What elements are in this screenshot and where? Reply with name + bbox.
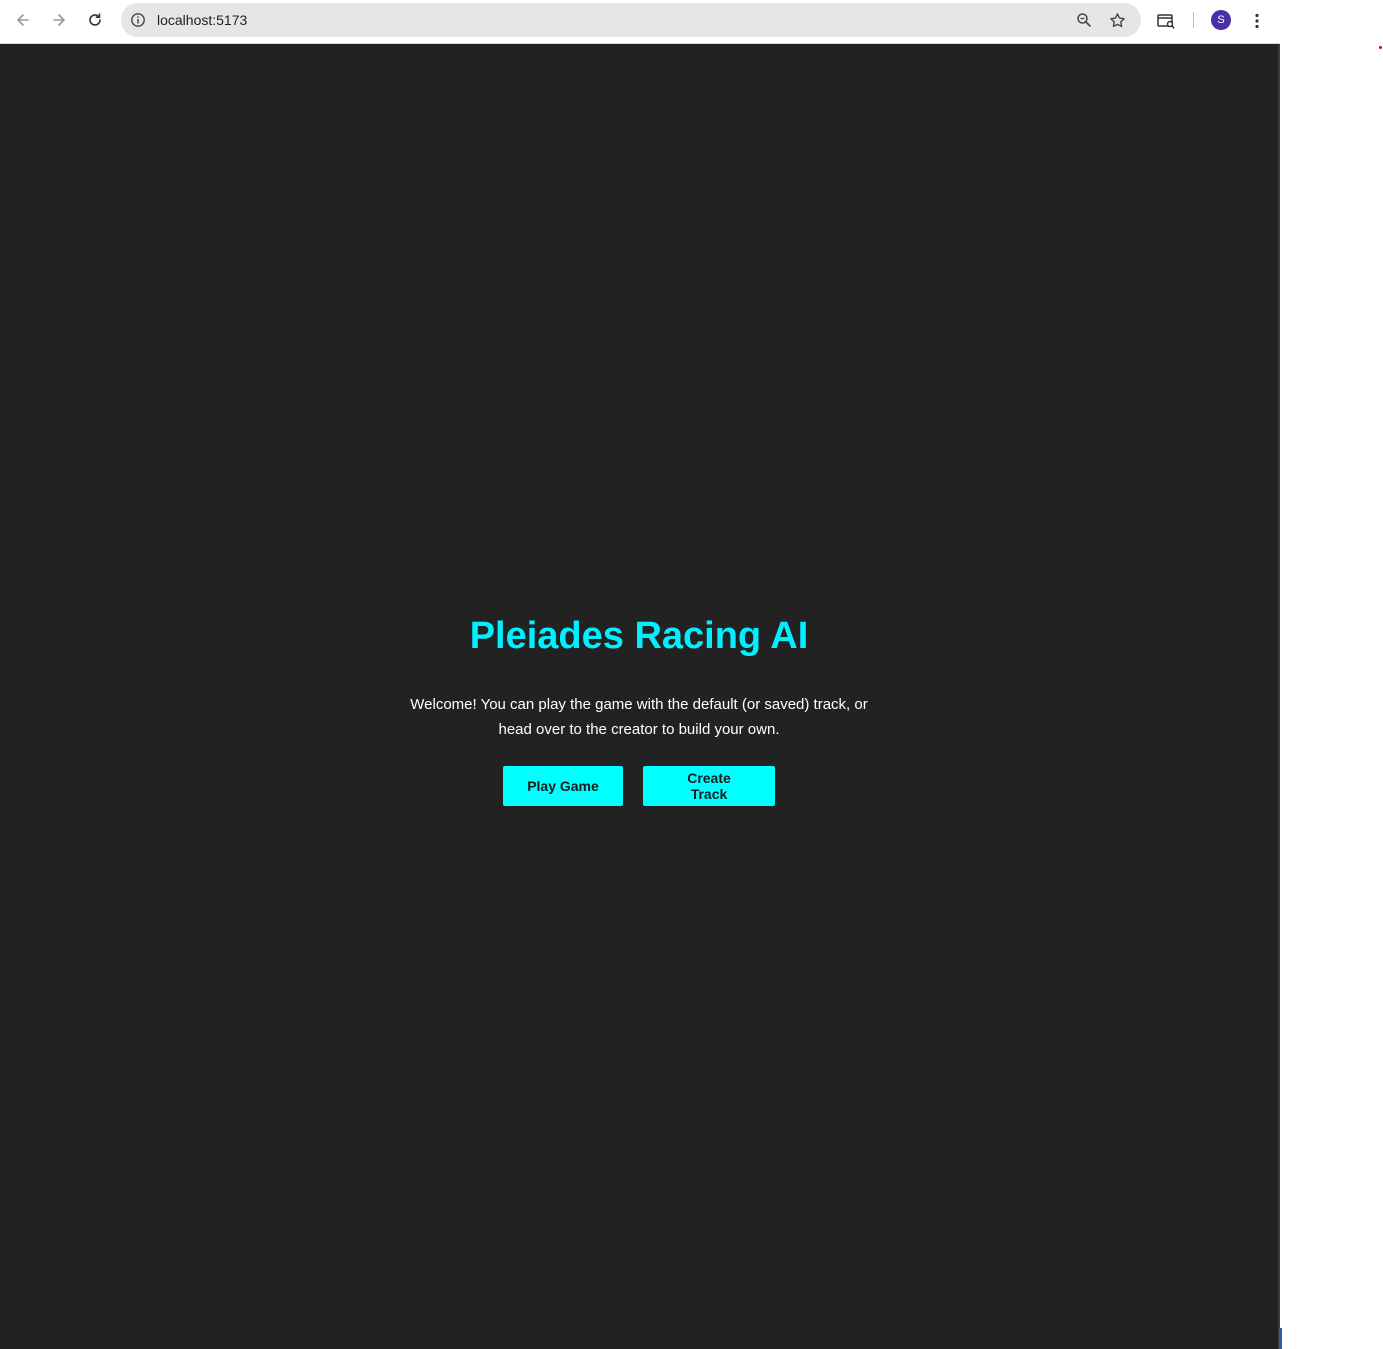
forward-arrow-icon: [53, 14, 65, 26]
reload-button[interactable]: [79, 6, 111, 34]
action-buttons: Play Game Create Track: [0, 766, 1278, 806]
zoom-button[interactable]: [1074, 10, 1094, 30]
welcome-text: Welcome! You can play the game with the …: [410, 696, 868, 738]
address-bar[interactable]: [121, 3, 1141, 37]
avatar-letter: S: [1217, 14, 1225, 26]
zoom-icon: [1077, 13, 1091, 27]
browser-toolbar: S: [0, 0, 1280, 44]
create-track-button[interactable]: Create Track: [643, 766, 775, 806]
browser-window: S Pleiades Racing AI Welcome! You can pl…: [0, 0, 1280, 1349]
url-input[interactable]: [157, 10, 1057, 30]
browser-menu-button[interactable]: [1246, 10, 1268, 32]
page-viewport: Pleiades Racing AI Welcome! You can play…: [0, 44, 1278, 1349]
kebab-menu-icon: [1255, 13, 1259, 29]
forward-button[interactable]: [43, 6, 75, 34]
hero-section: Pleiades Racing AI Welcome! You can play…: [0, 612, 1278, 806]
play-game-button[interactable]: Play Game: [503, 766, 623, 806]
back-button[interactable]: [7, 6, 39, 34]
star-icon: [1109, 12, 1125, 27]
back-arrow-icon: [17, 14, 29, 26]
toolbar-divider: [1193, 12, 1194, 28]
tab-search-button[interactable]: [1155, 10, 1177, 32]
page-title: Pleiades Racing AI: [469, 615, 809, 657]
profile-avatar[interactable]: S: [1211, 10, 1231, 30]
site-info-button[interactable]: [129, 11, 147, 29]
bookmark-button[interactable]: [1107, 10, 1127, 30]
tab-search-icon: [1157, 14, 1175, 29]
window-edge: [1279, 1328, 1282, 1349]
reload-icon: [89, 13, 101, 26]
info-icon: [131, 13, 145, 27]
red-dot-marker: [1379, 46, 1382, 49]
